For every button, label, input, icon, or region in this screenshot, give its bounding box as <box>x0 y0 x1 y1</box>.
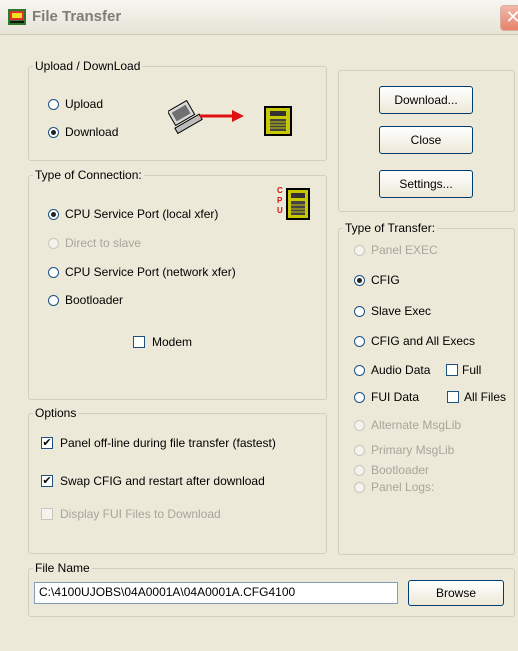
transfer-legend: Type of Transfer: <box>345 221 436 235</box>
modem-checkbox[interactable]: Modem <box>133 335 192 349</box>
close-button-label: Close <box>410 133 442 147</box>
transfer-option-label: Alternate MsgLib <box>371 418 462 432</box>
transfer-option-label: CFIG and All Execs <box>371 334 476 348</box>
download-button[interactable]: Download... <box>379 86 473 114</box>
transfer-audio-data-radio[interactable]: Audio Data <box>354 363 430 377</box>
options-legend: Options <box>35 406 77 420</box>
upload-radio[interactable]: Upload <box>48 97 103 111</box>
transfer-slave-exec-radio[interactable]: Slave Exec <box>354 304 431 318</box>
close-icon: ✕ <box>505 7 518 27</box>
download-radio[interactable]: Download <box>48 125 118 139</box>
transfer-primary-msglib-radio[interactable]: Primary MsgLib <box>354 443 454 457</box>
display-fui-label: Display FUI Files to Download <box>60 507 221 521</box>
panel-offline-checkbox[interactable]: ✔ Panel off-line during file transfer (fa… <box>41 436 276 450</box>
transfer-bootloader-radio[interactable]: Bootloader <box>354 463 429 477</box>
transfer-panel-exec-radio[interactable]: Panel EXEC <box>354 243 438 257</box>
panel-offline-label: Panel off-line during file transfer (fas… <box>60 436 276 450</box>
cpu-panel-icon: CPU <box>277 186 313 224</box>
connection-cpu-network-radio[interactable]: CPU Service Port (network xfer) <box>48 265 236 279</box>
file-transfer-app-icon <box>8 9 26 25</box>
title-bar: File Transfer ✕ <box>0 0 518 35</box>
swap-cfig-label: Swap CFIG and restart after download <box>60 474 265 488</box>
cpu-panel-graphic <box>286 188 310 220</box>
upload-download-legend: Upload / DownLoad <box>35 59 141 73</box>
window-title: File Transfer <box>32 8 122 25</box>
transfer-alternate-msglib-radio[interactable]: Alternate MsgLib <box>354 418 461 432</box>
display-fui-checkbox[interactable]: Display FUI Files to Download <box>41 507 221 521</box>
browse-button-label: Browse <box>435 586 476 600</box>
connection-bootloader-radio[interactable]: Bootloader <box>48 293 123 307</box>
upload-label: Upload <box>65 97 104 111</box>
transfer-option-label: Panel EXEC <box>371 243 438 257</box>
connection-cpu-local-radio[interactable]: CPU Service Port (local xfer) <box>48 207 218 221</box>
transfer-panel-logs-radio[interactable]: Panel Logs: <box>354 480 434 494</box>
full-checkbox[interactable]: Full <box>446 363 481 377</box>
file-name-legend: File Name <box>35 561 90 575</box>
connection-legend: Type of Connection: <box>35 168 142 182</box>
file-name-input[interactable]: C:\4100UJOBS\04A0001A\04A0001A.CFG4100 <box>34 582 398 604</box>
close-window-button[interactable]: ✕ <box>500 5 518 31</box>
transfer-group: Type of Transfer: <box>338 221 515 555</box>
cpu-glyph: CPU <box>277 186 283 215</box>
browse-button[interactable]: Browse <box>408 580 504 606</box>
transfer-option-label: Bootloader <box>371 463 430 477</box>
modem-label: Modem <box>152 335 193 349</box>
connection-option-label: Bootloader <box>65 293 124 307</box>
full-label: Full <box>462 363 482 377</box>
all-files-label: All Files <box>464 390 507 404</box>
download-button-label: Download... <box>394 93 458 107</box>
connection-direct-slave-radio[interactable]: Direct to slave <box>48 236 141 250</box>
connection-option-label: CPU Service Port (network xfer) <box>65 265 236 279</box>
transfer-cfig-all-execs-radio[interactable]: CFIG and All Execs <box>354 334 475 348</box>
swap-cfig-checkbox[interactable]: ✔ Swap CFIG and restart after download <box>41 474 265 488</box>
transfer-option-label: CFIG <box>371 273 400 287</box>
fire-panel-icon <box>264 106 292 136</box>
all-files-checkbox[interactable]: All Files <box>447 390 506 404</box>
transfer-option-label: Slave Exec <box>371 304 432 318</box>
transfer-cfig-radio[interactable]: CFIG <box>354 273 400 287</box>
transfer-option-label: Audio Data <box>371 363 431 377</box>
transfer-option-label: Panel Logs: <box>371 480 435 494</box>
settings-button-label: Settings... <box>399 177 453 191</box>
connection-option-label: CPU Service Port (local xfer) <box>65 207 219 221</box>
connection-option-label: Direct to slave <box>65 236 142 250</box>
computer-to-panel-icon <box>168 99 244 135</box>
transfer-option-label: Primary MsgLib <box>371 443 455 457</box>
close-button[interactable]: Close <box>379 126 473 154</box>
download-label: Download <box>65 125 119 139</box>
transfer-fui-data-radio[interactable]: FUI Data <box>354 390 419 404</box>
settings-button[interactable]: Settings... <box>379 170 473 198</box>
transfer-option-label: FUI Data <box>371 390 420 404</box>
